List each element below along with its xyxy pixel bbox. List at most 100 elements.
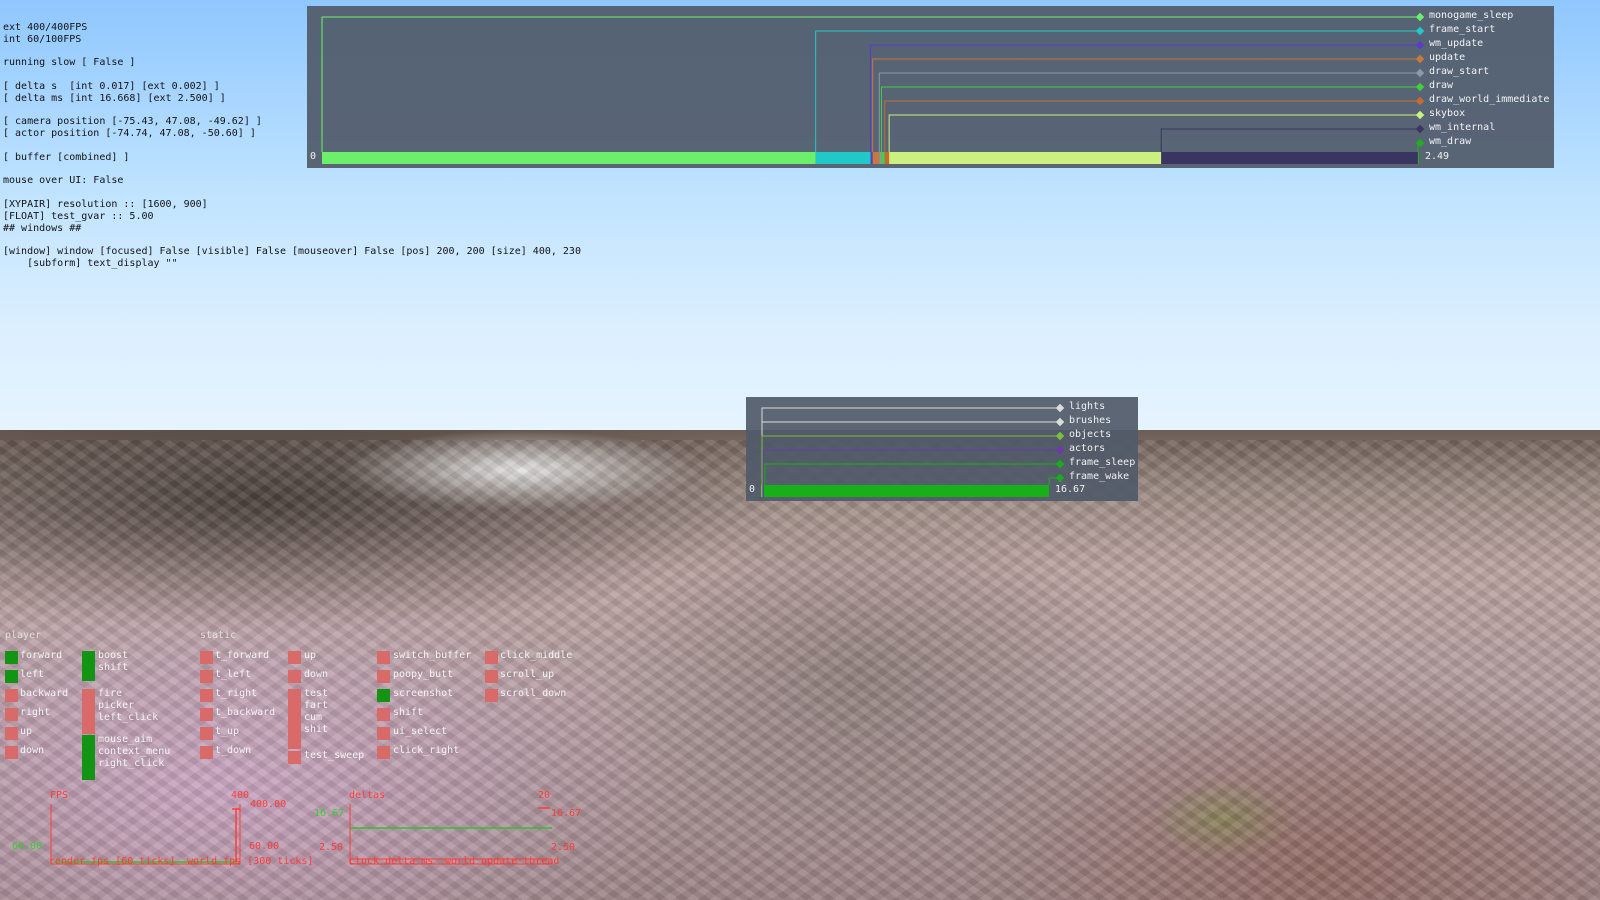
input-state-indicator [5,651,18,664]
graph-lines [50,804,552,865]
profiler-connector-draw [880,86,1420,152]
input-state-indicator [485,689,498,702]
profiler-label-wm_internal: wm_internal [1429,122,1496,133]
profiler-label-skybox: skybox [1429,108,1466,119]
profiler-marker-wm_internal [1415,124,1425,134]
input-state-indicator [288,651,301,664]
profiler-segment-monogame_sleep [322,152,816,164]
input-state-indicator [485,651,498,664]
input-state-indicator [288,689,301,749]
profiler-label-draw: draw [1429,80,1454,91]
deltas-upper-left: 16.67 [314,808,345,819]
debug-line: mouse over UI: False [3,175,124,187]
input-binding-label: forward [20,650,63,661]
profiler-connector-lights [761,407,1060,485]
input-binding-label: left [20,669,45,680]
profiler-connector-wm_update [870,44,1420,152]
profiler-connector-draw_start [878,72,1420,152]
profiler-label-lights: lights [1069,401,1106,412]
stats-graphs: FPS 400 400.00 60.00 60.00 render fps [6… [0,788,600,888]
input-binding-label: scroll_down [500,688,567,699]
input-state-indicator [5,727,18,740]
profiler-label-monogame_sleep: monogame_sleep [1429,10,1514,21]
input-binding-label: t_right [215,688,258,699]
input-binding-label: t_up [215,726,240,737]
input-binding-label: test_sweep [304,750,365,761]
profiler-connector-objects [761,435,1060,485]
profiler-segment-draw_world_immediate [884,152,890,164]
input-state-indicator [377,689,390,702]
profiler-segment-skybox [889,152,1162,164]
debug-line: [subform] text_display "" [3,257,178,269]
input-binding-label: poopy_butt [393,669,454,680]
profiler-marker-frame_wake [1055,473,1065,483]
debug-line [3,234,581,246]
input-binding-label: up [304,650,317,661]
profiler-marker-wm_update [1415,40,1425,50]
fps-left-value: 60.00 [12,841,43,852]
profiler-marker-objects [1055,431,1065,441]
input-binding-label: t_down [215,745,252,756]
debug-line: [XYPAIR] resolution :: [1600, 900] [3,198,208,210]
profiler-segment-actors [762,485,764,497]
debug-line [3,187,581,199]
input-state-indicator [82,651,95,681]
deltas-caption-world: world update thread [445,856,560,867]
profiler-connector-brushes [761,421,1060,485]
profiler-label-frame_wake: frame_wake [1069,471,1130,482]
input-binding-label: shift [393,707,424,718]
input-state-indicator [377,670,390,683]
input-binding-label: down [20,745,45,756]
input-state-indicator [5,708,18,721]
profiler-connector-skybox [888,114,1420,152]
input-binding-label: ui_select [393,726,448,737]
debug-line: [window] window [focused] False [visible… [3,246,581,258]
deltas-graph-max: 20 [538,790,551,801]
input-binding-label: t_left [215,669,252,680]
deltas-graph-title: deltas [349,790,386,801]
deltas-lower-right: 2.50 [551,842,576,853]
input-binding-label: scroll_up [500,669,555,680]
profiler-segment-draw [881,152,885,164]
input-state-indicator [200,670,213,683]
input-state-indicator [200,689,213,702]
profiler-marker-wm_draw [1415,138,1425,148]
profiler-segment-wm_draw [1417,152,1419,164]
world-profiler-panel: lights brushes objects actors frame_sleep fra… [746,397,1138,501]
profiler-segment-frame_wake [1048,485,1049,497]
profiler-segment-update [872,152,880,164]
profiler-zero-label: 0 [310,151,317,162]
input-binding-label: click_right [393,745,460,756]
profiler-connector-draw_world_immediate [884,100,1420,152]
profiler-label-wm_draw: wm_draw [1429,136,1472,147]
deltas-upper-right: 16.67 [551,808,582,819]
debug-line: ## windows ## [3,222,82,234]
fps-caption-world: world fps [300 ticks] [187,856,314,867]
input-binding-label: backward [20,688,69,699]
profiler-marker-monogame_sleep [1415,12,1425,22]
profiler-label-frame_start: frame_start [1429,24,1496,35]
frame-profiler-graph [321,12,1425,164]
input-binding-label: t_backward [215,707,276,718]
fps-caption-render: render fps [60 ticks] [49,856,176,867]
fps-top-value: 400.00 [250,799,287,810]
debug-line: [FLOAT] test_gvar :: 5.00 [3,210,154,222]
input-state-indicator [288,751,301,764]
input-binding-label: screenshot [393,688,454,699]
input-state-indicator [377,708,390,721]
profiler-marker-skybox [1415,110,1425,120]
input-binding-label: switch_buffer [393,650,472,661]
profiler-marker-lights [1055,403,1065,413]
input-state-indicator [5,746,18,759]
profiler-value-label: 16.67 [1055,484,1086,495]
input-state-indicator [5,689,18,702]
profiler-label-frame_sleep: frame_sleep [1069,457,1136,468]
profiler-segment-frame_sleep [763,485,1049,497]
profiler-label-wm_update: wm_update [1429,38,1484,49]
input-state-indicator [288,670,301,683]
input-binding-label: boost shift [98,650,129,673]
input-binding-label: up [20,726,33,737]
input-state-indicator [485,670,498,683]
profiler-label-draw_world_immediate: draw_world_immediate [1429,94,1550,105]
input-binding-label: right [20,707,51,718]
